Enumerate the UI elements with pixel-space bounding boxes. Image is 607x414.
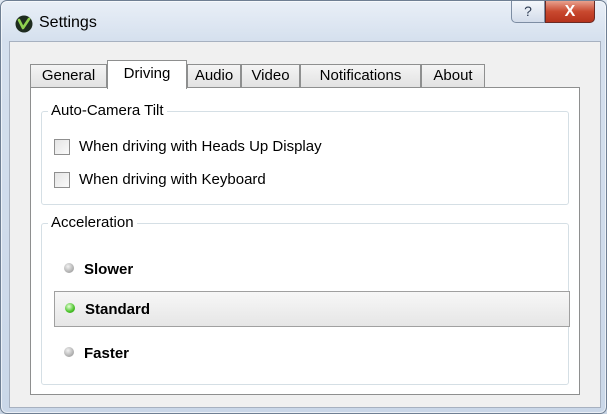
tab-video[interactable]: Video [241, 64, 300, 87]
faster-label[interactable]: Faster [84, 345, 129, 362]
tab-driving[interactable]: Driving [107, 60, 187, 89]
slower-indicator-icon [64, 263, 74, 273]
hud-tilt-checkbox[interactable] [54, 139, 70, 155]
keyboard-tilt-checkbox[interactable] [54, 172, 70, 188]
standard-indicator-icon [65, 303, 75, 313]
close-button[interactable]: X [545, 1, 595, 23]
standard-label[interactable]: Standard [85, 301, 150, 318]
driving-tab-page: Auto-Camera Tilt When driving with Heads… [30, 87, 580, 395]
acceleration-group-title: Acceleration [48, 214, 137, 231]
faster-indicator-icon [64, 347, 74, 357]
keyboard-tilt-label[interactable]: When driving with Keyboard [79, 171, 266, 188]
camera-tilt-group-title: Auto-Camera Tilt [48, 102, 167, 119]
camera-tilt-group: Auto-Camera Tilt When driving with Heads… [41, 102, 569, 205]
acceleration-option-faster[interactable]: Faster [54, 336, 570, 372]
settings-window: Settings ? X General Driving Audio Video… [0, 0, 607, 414]
title-bar[interactable]: Settings ? X [1, 1, 606, 41]
acceleration-option-slower[interactable]: Slower [54, 252, 570, 288]
help-button[interactable]: ? [511, 1, 545, 23]
acceleration-option-standard[interactable]: Standard [54, 291, 570, 327]
tab-about[interactable]: About [421, 64, 485, 87]
dialog-client-area: General Driving Audio Video Notification… [9, 41, 601, 408]
tab-general[interactable]: General [30, 64, 107, 87]
slower-label[interactable]: Slower [84, 261, 133, 278]
window-title: Settings [39, 14, 97, 31]
app-logo-icon [15, 15, 33, 33]
hud-tilt-label[interactable]: When driving with Heads Up Display [79, 138, 322, 155]
tab-audio[interactable]: Audio [187, 64, 241, 87]
acceleration-group: Acceleration Slower Standard Faster [41, 214, 570, 385]
tab-notifications[interactable]: Notifications [300, 64, 421, 87]
